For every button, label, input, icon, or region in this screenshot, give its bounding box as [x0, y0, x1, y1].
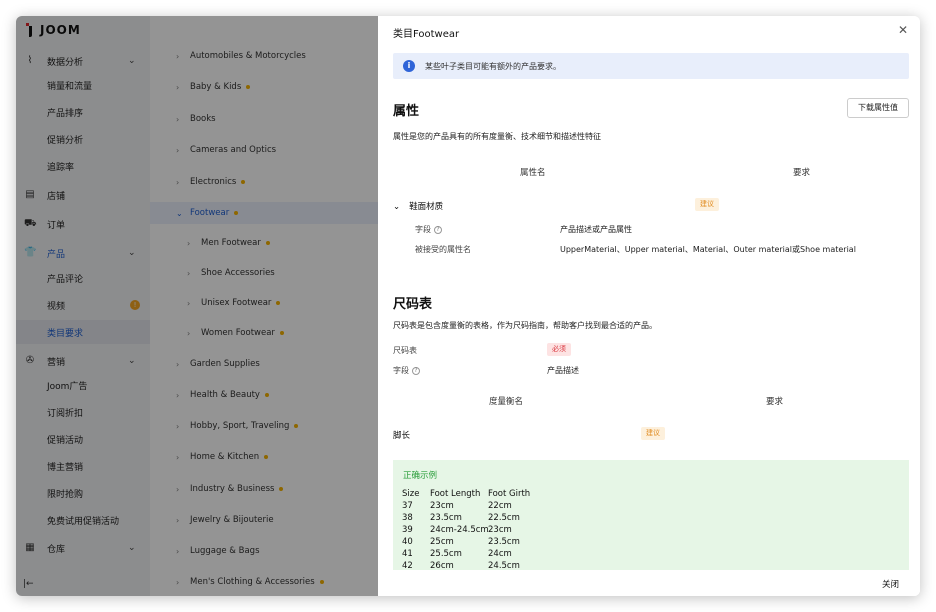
measurement-name-column-header: 度量衡名	[489, 397, 524, 407]
example-table-cell: 39	[402, 525, 413, 535]
attribute-row-upper-material[interactable]: ⌄ 鞋面材质	[393, 200, 443, 212]
example-table-cell: Size	[402, 489, 420, 499]
drawer-header: 类目Footwear ✕	[378, 16, 920, 46]
example-table-row: 39 24cm-24.5cm23cm	[402, 524, 530, 536]
close-icon[interactable]: ✕	[898, 23, 908, 37]
chevron-down-icon: ⌄	[393, 202, 401, 212]
attribute-row-label: 鞋面材质	[409, 202, 444, 212]
example-table-cell: 42	[402, 561, 413, 570]
example-table-cell: 41	[402, 549, 413, 559]
info-icon: i	[403, 60, 415, 72]
requirement-column-header: 要求	[793, 168, 811, 178]
example-size-table: Size Foot Length Foot Girth 37 23cm 22cm 38 23.…	[402, 488, 530, 570]
help-icon[interactable]: ?	[434, 225, 442, 234]
example-table-cell: 24cm	[488, 549, 512, 559]
example-table-row: 38 23.5cm 22.5cm	[402, 512, 530, 524]
foot-length-row-label: 脚长	[393, 431, 411, 441]
size-chart-field-value: 产品描述	[547, 366, 579, 375]
example-table-row: 37 23cm 22cm	[402, 500, 530, 512]
example-table-row: 42 26cm 24.5cm	[402, 560, 530, 570]
example-table-cell: 37	[402, 501, 413, 511]
example-table-cell: 26cm	[430, 561, 454, 570]
required-badge: 必须	[547, 343, 571, 356]
field-label-text: 字段	[415, 225, 431, 234]
example-title: 正确示例	[403, 471, 438, 481]
accepted-names-label: 被接受的属性名	[415, 245, 471, 254]
accepted-names-value: UpperMaterial、Upper material、Material、Ou…	[560, 245, 856, 254]
example-table-cell: 23cm	[488, 525, 512, 535]
size-chart-title: 尺码表	[393, 297, 433, 312]
size-chart-description: 尺码表是包含度量衡的表格，作为尺码指南，帮助客户找到最合适的产品。	[393, 321, 657, 330]
drawer-title: 类目Footwear	[393, 29, 460, 40]
recommended-badge: 建议	[695, 198, 719, 211]
example-table-cell: 23cm	[430, 501, 454, 511]
example-table-row: 41 25.5cm 24cm	[402, 548, 530, 560]
close-button[interactable]: 关闭	[882, 578, 899, 590]
example-table-cell: Foot Length	[430, 489, 481, 499]
example-table-cell: 40	[402, 537, 413, 547]
info-text: 某些叶子类目可能有额外的产品要求。	[425, 62, 561, 71]
size-chart-label: 尺码表	[393, 346, 417, 355]
example-table-cell: 25.5cm	[430, 549, 462, 559]
attributes-description: 属性是您的产品具有的所有度量衡、技术细节和描述性特征	[393, 132, 601, 141]
category-drawer: 类目Footwear ✕ i 某些叶子类目可能有额外的产品要求。 属性 下载属性…	[378, 16, 920, 596]
app-window: JOOM ⌇ 数据分析 ⌄ 销量和流量 产品排序 促销分析 追踪率 ▤ 店铺 ⛟ 订单 👕 产品 ⌄ 产品评…	[16, 16, 920, 596]
example-table-cell: 25cm	[430, 537, 454, 547]
size-chart-field-text: 字段	[393, 366, 409, 375]
example-table-cell: 24cm-24.5cm	[430, 525, 489, 535]
info-banner: i 某些叶子类目可能有额外的产品要求。	[393, 53, 909, 79]
example-table-cell: 23.5cm	[430, 513, 462, 523]
measurement-requirement-column-header: 要求	[766, 397, 784, 407]
field-label: 字段?	[415, 224, 442, 235]
drawer-footer: 关闭	[378, 570, 920, 596]
example-table-cell: 38	[402, 513, 413, 523]
example-table-cell: Foot Girth	[488, 489, 531, 499]
example-table-cell: 24.5cm	[488, 561, 520, 570]
attributes-title: 属性	[393, 104, 420, 119]
example-table-row: Size Foot Length Foot Girth	[402, 488, 530, 500]
example-table-row: 40 25cm 23.5cm	[402, 536, 530, 548]
correct-example-box: 正确示例 Size Foot Length Foot Girth 37 23cm 22cm…	[393, 460, 909, 570]
attribute-name-column-header: 属性名	[520, 168, 546, 178]
size-chart-field-label: 字段?	[393, 365, 420, 376]
download-attributes-button[interactable]: 下载属性值	[847, 98, 909, 118]
field-value: 产品描述或产品属性	[560, 225, 632, 234]
example-table-cell: 22.5cm	[488, 513, 520, 523]
help-icon[interactable]: ?	[412, 366, 420, 375]
recommended-badge: 建议	[641, 427, 665, 440]
example-table-cell: 23.5cm	[488, 537, 520, 547]
example-table-cell: 22cm	[488, 501, 512, 511]
modal-overlay[interactable]	[16, 16, 378, 596]
